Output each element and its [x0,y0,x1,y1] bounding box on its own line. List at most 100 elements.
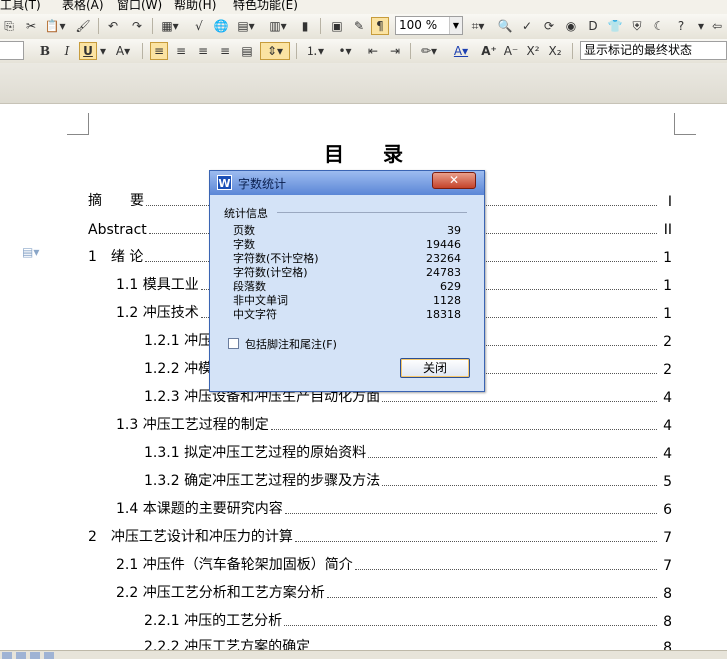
font-color-icon[interactable]: A▾ [448,42,474,60]
align-center-icon[interactable]: ≡ [172,42,190,60]
word-count-dialog: W 字数统计 ✕ 统计信息 页数 39 字数 19446 字符数(不计空格) 2326… [209,170,485,392]
menubar: 工具(T) 表格(A) 窗口(W) 帮助(H) 特色功能(E) [0,0,727,14]
bullets-icon[interactable]: •▾ [332,42,358,60]
toc-label: 1.1 模具工业 [116,277,199,293]
toc-label: 1.4 本课题的主要研究内容 [116,501,283,517]
toc-page: II [663,222,672,238]
decrease-indent-icon[interactable]: ⇤ [364,42,382,60]
toc-page: 7 [663,530,672,546]
toc-label: 1.2 冲压技术 [116,305,199,321]
toc-entry[interactable]: 1.3 冲压工艺过程的制定 4 [116,414,672,434]
char-shading-icon[interactable]: A▾ [110,42,136,60]
distributed-icon[interactable]: ▤ [238,42,256,60]
stat-value: 23264 [426,252,461,265]
toc-page: 8 [663,640,672,650]
document-map-icon[interactable]: ▣ [328,17,346,35]
toc-entry[interactable]: 1.3.2 确定冲压工艺过程的步骤及方法 5 [144,470,672,490]
stat-row: 中文字符 18318 [233,308,461,322]
bold-icon[interactable]: B [36,42,54,60]
drawing-icon[interactable]: ✎ [350,17,368,35]
toc-page: 6 [663,502,672,518]
menu-window[interactable]: 窗口(W) [117,0,162,13]
close-icon[interactable]: ✕ [432,172,476,189]
toc-entry[interactable]: 2 冲压工艺设计和冲压力的计算 7 [88,526,672,546]
clothing-icon[interactable]: 👕 [606,17,624,35]
doc-icon[interactable]: D [584,17,602,35]
table-grid-icon[interactable]: ▤▾ [234,17,258,35]
toc-entry[interactable]: 2.2 冲压工艺分析和工艺方案分析 8 [116,582,672,602]
toc-page: 1 [663,250,672,266]
toc-label: 1.3.2 确定冲压工艺过程的步骤及方法 [144,473,381,489]
toc-entry[interactable]: 2.2.1 冲压的工艺分析 8 [144,610,672,630]
menu-features[interactable]: 特色功能(E) [233,0,298,13]
undo-icon[interactable]: ↶ [104,17,122,35]
paste-icon[interactable]: 📋▾ [42,17,68,35]
toc-page: I [667,194,672,210]
menu-tools[interactable]: 工具(T) [0,0,41,13]
stat-row: 页数 39 [233,224,461,238]
stat-label: 非中文单词 [233,294,288,307]
align-left-icon[interactable]: ≡ [150,42,168,60]
toc-page: 7 [663,558,672,574]
justify-icon[interactable]: ≡ [216,42,234,60]
back-arrow-icon[interactable]: ⇦ [708,17,726,35]
cut-icon[interactable]: ✂ [22,17,40,35]
dialog-title-bar[interactable]: W 字数统计 ✕ [210,171,484,195]
toc-page: 1 [663,278,672,294]
superscript-icon[interactable]: X² [524,42,542,60]
toc-label: 2 冲压工艺设计和冲压力的计算 [88,529,293,545]
toc-entry[interactable]: 2.2.2 冲压工艺方案的确定 8 [144,636,672,650]
include-footnotes-checkbox[interactable] [228,338,239,349]
stat-value: 629 [440,280,461,293]
line-spacing-icon[interactable]: ⇕▾ [260,42,290,60]
stat-row: 非中文单词 1128 [233,294,461,308]
shield-icon[interactable]: ⛨ [628,17,646,35]
align-right-icon[interactable]: ≡ [194,42,212,60]
page-title: 目 录 [324,142,419,166]
include-footnotes-label[interactable]: 包括脚注和尾注(F) [245,336,337,352]
highlight-icon[interactable]: ✏▾ [416,42,442,60]
menu-help[interactable]: 帮助(H) [174,0,216,13]
spellcheck-icon[interactable]: ✓ [518,17,536,35]
zoom-select[interactable]: 100 % ▼ [395,16,463,35]
chart-icon[interactable]: ▮ [296,17,314,35]
track-changes-display-select[interactable]: 显示标记的最终状态 [580,41,727,60]
stat-label: 字符数(计空格) [233,266,308,279]
redo-icon[interactable]: ↷ [128,17,146,35]
help-icon[interactable]: ? [672,17,690,35]
find-icon[interactable]: 🔍 [496,17,514,35]
toc-entry[interactable]: 2.1 冲压件（汽车备轮架加固板）简介 7 [116,554,672,574]
italic-icon[interactable]: I [58,42,76,60]
toc-label: 1.2.2 冲模 [144,361,213,377]
underline-icon[interactable]: U [79,42,97,60]
increase-indent-icon[interactable]: ⇥ [386,42,404,60]
format-painter-icon[interactable]: 🖌 [74,17,92,35]
stat-value: 1128 [433,294,461,307]
paragraph-marker-icon[interactable]: ▤▾ [22,245,48,259]
close-button[interactable]: 关闭 [400,358,470,378]
menu-table[interactable]: 表格(A) [62,0,104,13]
columns-icon[interactable]: ▥▾ [266,17,290,35]
select-object-icon[interactable]: ⌗▾ [466,17,490,35]
chevron-down-icon[interactable]: ▾ [98,42,108,60]
toc-entry[interactable]: 1.3.1 拟定冲压工艺过程的原始资料 4 [144,442,672,462]
toc-label: 摘 要 [88,193,144,209]
translate-icon[interactable]: ⟳ [540,17,558,35]
show-hide-icon[interactable]: ¶ [371,17,389,35]
formula-icon[interactable]: √ [190,17,208,35]
stat-row: 字符数(计空格) 24783 [233,266,461,280]
standard-toolbar: ⎘ ✂ 📋▾ 🖌 ↶ ↷ ▦▾ √ 🌐 ▤▾ ▥▾ ▮ ▣ ✎ ¶ 100 % ▼… [0,14,727,40]
moon-icon[interactable]: ☾ [650,17,668,35]
copy-icon[interactable]: ⎘ [0,17,18,35]
font-size-select[interactable] [0,41,24,60]
color-wheel-icon[interactable]: ◉ [562,17,580,35]
wps-logo-icon: W [217,175,232,190]
shrink-font-icon[interactable]: A⁻ [502,42,520,60]
subscript-icon[interactable]: X₂ [546,42,564,60]
insert-table-icon[interactable]: ▦▾ [158,17,182,35]
grow-font-icon[interactable]: A⁺ [480,42,498,60]
toc-entry[interactable]: 1.4 本课题的主要研究内容 6 [116,498,672,518]
toc-page: 1 [663,306,672,322]
numbering-icon[interactable]: ⒈▾ [302,42,328,60]
hyperlink-icon[interactable]: 🌐 [212,17,230,35]
